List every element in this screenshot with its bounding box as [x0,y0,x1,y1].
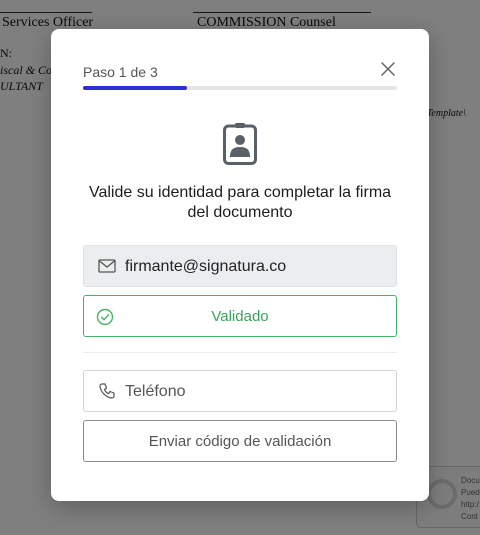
envelope-icon [98,259,116,273]
phone-input[interactable]: Teléfono [83,370,397,412]
step-indicator: Paso 1 de 3 [83,64,158,80]
email-field[interactable]: firmante@signatura.co [83,245,397,287]
id-badge-icon [223,123,257,165]
validated-label: Validado [211,307,269,325]
phone-placeholder: Teléfono [125,383,186,400]
close-icon[interactable] [379,60,397,78]
validated-status: Validado [83,295,397,337]
email-value: firmante@signatura.co [125,258,287,275]
modal-title: Valide su identidad para completar la fi… [88,184,392,221]
check-circle-icon [96,308,114,326]
send-validation-code-button[interactable]: Enviar código de validación [83,420,397,462]
progress-bar [83,86,397,90]
identity-validation-modal: Paso 1 de 3 Valide su identidad para com… [51,29,429,501]
divider [83,352,397,353]
progress-fill [83,86,187,90]
phone-icon [99,383,115,399]
